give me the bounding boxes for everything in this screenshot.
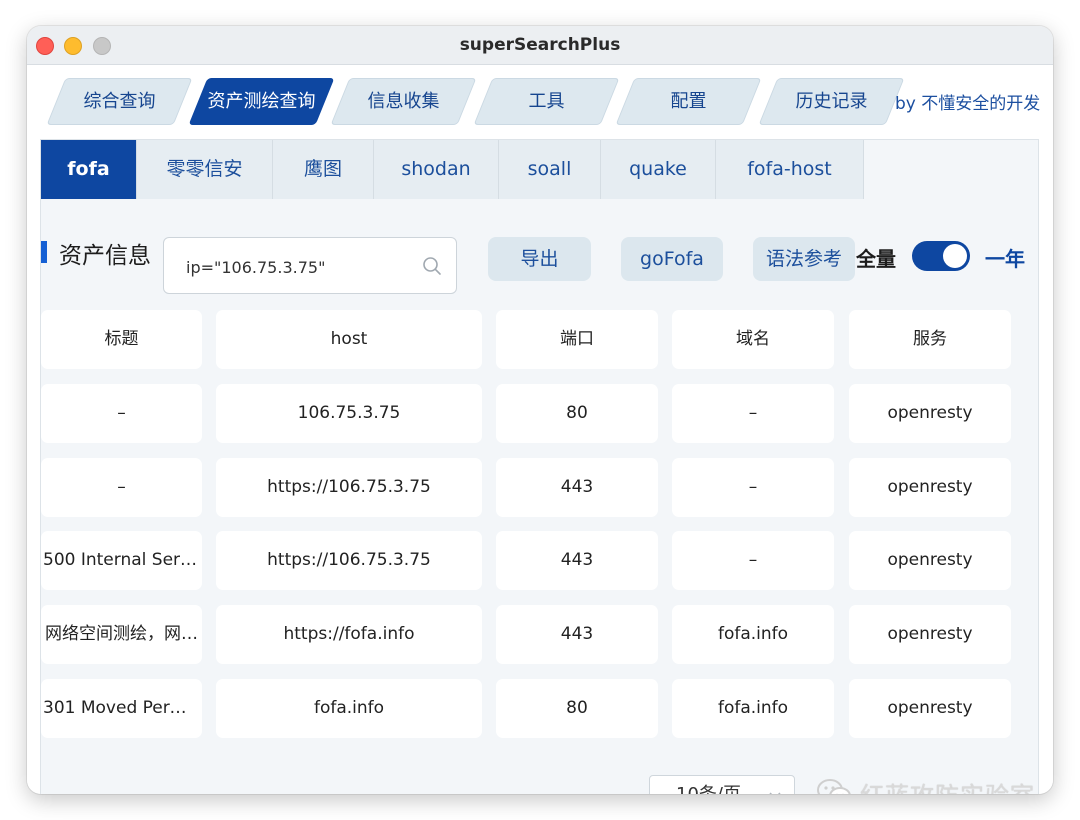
tab-info-gathering[interactable]: 信息收集 xyxy=(330,78,477,125)
table-cell-host[interactable]: https://106.75.3.75 xyxy=(216,531,482,590)
table-cell-host[interactable]: https://fofa.info xyxy=(216,605,482,664)
table-cell-service[interactable]: openresty xyxy=(849,679,1011,738)
gofofa-button[interactable]: goFofa xyxy=(621,237,723,281)
column-header-title: 标题 xyxy=(41,310,202,369)
author-byline: by 不懂安全的开发 xyxy=(895,94,1041,114)
page-size-value: 10条/页 xyxy=(676,776,741,794)
column-header-service: 服务 xyxy=(849,310,1011,369)
search-box[interactable] xyxy=(163,237,457,294)
toggle-label-full: 全量 xyxy=(856,247,896,271)
export-button[interactable]: 导出 xyxy=(488,237,591,281)
section-title: 资产信息 xyxy=(59,243,151,269)
column-header-domain: 域名 xyxy=(672,310,834,369)
syntax-reference-button[interactable]: 语法参考 xyxy=(753,237,855,281)
table-cell-domain[interactable]: – xyxy=(672,531,834,590)
tab-label: 历史记录 xyxy=(795,91,868,112)
table-cell-domain[interactable]: fofa.info xyxy=(672,605,834,664)
table-cell-service[interactable]: openresty xyxy=(849,605,1011,664)
tab-label: 配置 xyxy=(670,91,707,112)
subtab-shodan[interactable]: shodan xyxy=(374,140,499,199)
subtab-fofa[interactable]: fofa xyxy=(41,140,137,199)
chevron-down-icon xyxy=(769,792,781,794)
window-title: superSearchPlus xyxy=(459,35,621,55)
table-cell-service[interactable]: openresty xyxy=(849,531,1011,590)
title-bar: superSearchPlus xyxy=(27,26,1053,65)
range-toggle[interactable] xyxy=(912,241,970,271)
tab-tools[interactable]: 工具 xyxy=(473,78,620,125)
tab-label: 信息收集 xyxy=(367,91,440,112)
table-cell-title[interactable]: – xyxy=(41,384,202,443)
table-cell-domain[interactable]: – xyxy=(672,458,834,517)
subtab-00sec[interactable]: 零零信安 xyxy=(137,140,273,199)
subtab-soall[interactable]: soall xyxy=(499,140,601,199)
table-cell-service[interactable]: openresty xyxy=(849,458,1011,517)
table-cell-port[interactable]: 443 xyxy=(496,531,658,590)
toggle-label-year: 一年 xyxy=(985,247,1025,271)
section-marker xyxy=(41,241,47,263)
page-size-select[interactable]: 10条/页 xyxy=(649,775,795,794)
subtab-fofa-host[interactable]: fofa-host xyxy=(716,140,864,199)
column-header-port: 端口 xyxy=(496,310,658,369)
table-cell-host[interactable]: 106.75.3.75 xyxy=(216,384,482,443)
table-cell-title[interactable]: – xyxy=(41,458,202,517)
table-cell-title[interactable]: 301 Moved Perm… xyxy=(41,679,202,738)
search-input[interactable] xyxy=(184,252,418,282)
table-cell-domain[interactable]: – xyxy=(672,384,834,443)
tab-label: 综合查询 xyxy=(83,91,156,112)
toggle-knob xyxy=(943,244,967,268)
tab-asset-mapping-query[interactable]: 资产测绘查询 xyxy=(188,78,335,125)
tab-config[interactable]: 配置 xyxy=(615,78,762,125)
table-cell-port[interactable]: 443 xyxy=(496,458,658,517)
main-content: 综合查询 资产测绘查询 信息收集 工具 配置 历史记录 by 不懂安全的开发 f… xyxy=(27,65,1053,794)
table-cell-host[interactable]: fofa.info xyxy=(216,679,482,738)
wechat-icon xyxy=(817,779,851,794)
table-cell-port[interactable]: 443 xyxy=(496,605,658,664)
tab-label: 资产测绘查询 xyxy=(207,91,316,112)
table-cell-title[interactable]: 500 Internal Serv… xyxy=(41,531,202,590)
table-cell-port[interactable]: 80 xyxy=(496,384,658,443)
table-cell-port[interactable]: 80 xyxy=(496,679,658,738)
tab-label: 工具 xyxy=(528,91,565,112)
table-cell-domain[interactable]: fofa.info xyxy=(672,679,834,738)
engine-tabs: fofa 零零信安 鹰图 shodan soall quake fofa-hos… xyxy=(41,140,864,199)
table-cell-host[interactable]: https://106.75.3.75 xyxy=(216,458,482,517)
watermark: 红蓝攻防实验室 xyxy=(816,773,1035,794)
query-panel: fofa 零零信安 鹰图 shodan soall quake fofa-hos… xyxy=(40,139,1039,794)
table-cell-title[interactable]: 网络空间测绘，网… xyxy=(41,605,202,664)
search-icon[interactable] xyxy=(422,256,442,276)
tab-history[interactable]: 历史记录 xyxy=(758,78,905,125)
app-window: superSearchPlus 综合查询 资产测绘查询 信息收集 工具 配置 历… xyxy=(27,26,1053,794)
watermark-text: 红蓝攻防实验室 xyxy=(860,776,1035,795)
tab-comprehensive-query[interactable]: 综合查询 xyxy=(46,78,193,125)
subtab-hunter[interactable]: 鹰图 xyxy=(273,140,374,199)
table-cell-service[interactable]: openresty xyxy=(849,384,1011,443)
column-header-host: host xyxy=(216,310,482,369)
subtab-quake[interactable]: quake xyxy=(601,140,716,199)
